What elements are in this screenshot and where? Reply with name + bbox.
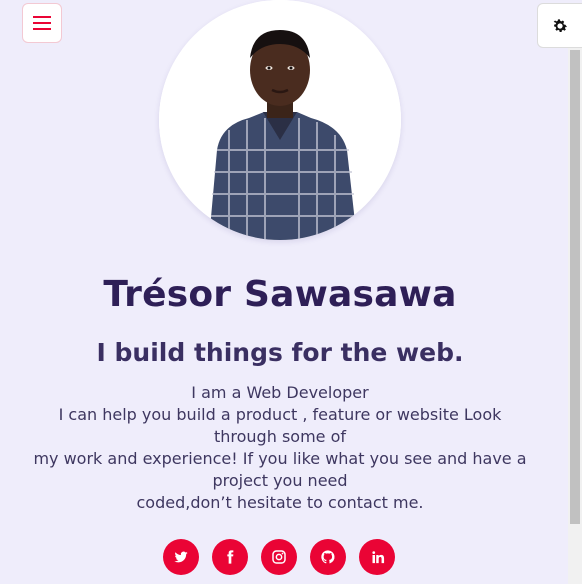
instagram-link[interactable] bbox=[261, 539, 297, 575]
bio-line: I am a Web Developer bbox=[191, 383, 369, 402]
profile-bio: I am a Web Developer I can help you buil… bbox=[30, 382, 530, 514]
bio-line: coded,don’t hesitate to contact me. bbox=[136, 493, 424, 512]
profile-photo bbox=[159, 0, 401, 240]
settings-button[interactable] bbox=[537, 3, 582, 48]
profile-tagline: I build things for the web. bbox=[96, 338, 464, 367]
linkedin-icon bbox=[371, 550, 384, 563]
bio-line: I can help you build a product , feature… bbox=[58, 405, 502, 446]
gear-icon bbox=[553, 18, 568, 32]
twitter-icon bbox=[174, 551, 188, 563]
github-link[interactable] bbox=[310, 539, 346, 575]
profile-name: Trésor Sawasawa bbox=[103, 274, 457, 315]
hamburger-icon bbox=[33, 16, 51, 30]
social-links bbox=[163, 539, 403, 575]
facebook-icon bbox=[227, 550, 234, 564]
scrollbar-thumb[interactable] bbox=[570, 50, 580, 524]
menu-button[interactable] bbox=[22, 3, 62, 43]
linkedin-link[interactable] bbox=[359, 539, 395, 575]
github-icon bbox=[321, 550, 335, 564]
facebook-link[interactable] bbox=[212, 539, 248, 575]
twitter-link[interactable] bbox=[163, 539, 199, 575]
instagram-icon bbox=[272, 550, 286, 564]
avatar bbox=[159, 0, 401, 240]
bio-line: my work and experience! If you like what… bbox=[33, 449, 527, 490]
